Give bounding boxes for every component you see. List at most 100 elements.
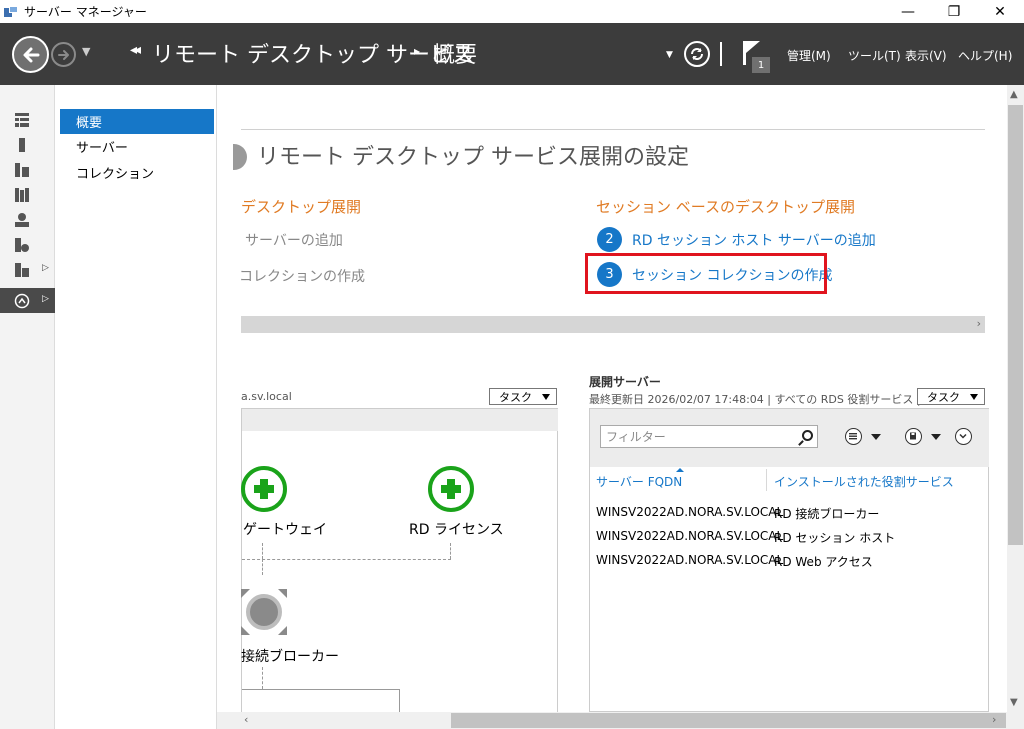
menu-manage[interactable]: 管理(M)	[787, 47, 831, 64]
close-icon: ✕	[994, 3, 1006, 20]
table-row-fqdn[interactable]: WINSV2022AD.NORA.SV.LOCAL	[596, 505, 783, 519]
breadcrumb-separator-icon: ▸	[414, 44, 421, 58]
rail-remote-desktop-services[interactable]: ▷	[0, 288, 55, 313]
nav-item-collections[interactable]: コレクション	[60, 160, 214, 185]
all-servers-icon	[15, 162, 29, 177]
navigation-pane: 概要 サーバー コレクション	[55, 85, 217, 729]
rail-iis[interactable]	[0, 207, 55, 232]
expand-chevron-icon[interactable]: ▷	[42, 263, 49, 273]
refresh-icon	[691, 48, 703, 60]
refresh-button[interactable]	[684, 41, 710, 67]
table-row-role[interactable]: RD 接続ブローカー	[774, 505, 879, 522]
scroll-right-icon[interactable]: ›	[977, 317, 981, 330]
header-dropdown-icon[interactable]: ▼	[666, 50, 673, 60]
deploy-servers-panel: フィルター サーバー FQDN インストールされた役割サービス WINSV202…	[589, 408, 989, 712]
menu-view[interactable]: 表示(V)	[905, 47, 947, 64]
rail-local-server[interactable]	[0, 132, 55, 157]
filter-placeholder: フィルター	[606, 430, 666, 444]
create-collection-link[interactable]: コレクションの作成	[239, 266, 365, 286]
tasks-label: タスク	[927, 390, 960, 404]
vertical-scroll-thumb[interactable]	[1008, 105, 1023, 545]
breadcrumb-chevrons-icon[interactable]: ◂◂	[130, 42, 141, 58]
sort-ascending-icon	[676, 468, 684, 472]
connection-broker-icon[interactable]	[241, 589, 287, 635]
section-divider	[241, 129, 985, 130]
breadcrumb-root[interactable]: リモート デスクトップ サービス	[152, 37, 474, 69]
licensing-node-label: RD ライセンス	[409, 522, 504, 538]
history-dropdown-icon[interactable]: ▼	[82, 45, 90, 58]
rail-remote-access[interactable]	[0, 232, 55, 257]
menu-help[interactable]: ヘルプ(H)	[958, 47, 1012, 64]
expand-chevron-icon[interactable]: ▷	[42, 294, 49, 304]
save-query-icon[interactable]	[905, 428, 922, 445]
minimize-button[interactable]: —	[885, 0, 931, 23]
forward-button[interactable]	[51, 42, 76, 67]
table-row-role[interactable]: RD Web アクセス	[774, 553, 873, 570]
section-collapse-icon[interactable]	[233, 144, 247, 170]
iis-icon	[15, 212, 29, 227]
list-options-icon[interactable]	[845, 428, 862, 445]
rail-all-servers[interactable]	[0, 157, 55, 182]
table-row-fqdn[interactable]: WINSV2022AD.NORA.SV.LOCAL	[596, 553, 783, 567]
breadcrumb-current: 概要	[433, 43, 478, 68]
server-manager-app-icon	[4, 5, 18, 18]
maximize-button[interactable]: ❐	[931, 0, 977, 23]
nav-item-servers[interactable]: サーバー	[60, 134, 214, 159]
rail-file-services[interactable]: ▷	[0, 257, 55, 282]
highlight-box	[585, 253, 827, 294]
deployment-overview-panel: ゲートウェイ RD ライセンス 接続ブローカー	[241, 408, 558, 712]
table-row-role[interactable]: RD セッション ホスト	[774, 529, 895, 546]
add-licensing-plus-icon[interactable]	[428, 466, 474, 512]
caret-down-icon	[542, 394, 550, 400]
restore-icon: ❐	[947, 3, 961, 20]
add-gateway-plus-icon[interactable]	[241, 466, 287, 512]
dashboard-icon	[15, 112, 29, 127]
expand-chevron-down-icon[interactable]	[955, 428, 972, 445]
gateway-node-label: ゲートウェイ	[243, 522, 327, 538]
main-vertical-scrollbar[interactable]: ▲ ▼	[1007, 85, 1024, 712]
column-header-fqdn[interactable]: サーバー FQDN	[596, 473, 682, 490]
deploy-servers-toolbar: フィルター	[590, 409, 989, 467]
main-content: リモート デスクトップ サービス展開の設定 デスクトップ展開 サーバーの追加 コ…	[217, 85, 1007, 712]
domain-label: a.sv.local	[241, 390, 292, 403]
menu-tools[interactable]: ツール(T)	[848, 47, 901, 64]
back-arrow-icon	[23, 47, 39, 62]
horizontal-scroll-thumb[interactable]	[451, 713, 1006, 728]
scroll-down-icon[interactable]: ▼	[1010, 697, 1018, 708]
local-server-icon	[19, 137, 25, 152]
nav-item-overview[interactable]: 概要	[60, 109, 214, 134]
add-session-host-link[interactable]: RD セッション ホスト サーバーの追加	[632, 230, 876, 250]
column-header-roles[interactable]: インストールされた役割サービス	[774, 473, 954, 490]
deployment-tasks-button[interactable]: タスク	[489, 388, 557, 405]
table-row-fqdn[interactable]: WINSV2022AD.NORA.SV.LOCAL	[596, 529, 783, 543]
deploy-servers-tasks-button[interactable]: タスク	[917, 388, 985, 405]
title-bar: サーバー マネージャー — ❐ ✕	[0, 0, 1024, 23]
add-servers-link[interactable]: サーバーの追加	[245, 230, 343, 250]
deploy-servers-subtitle: 最終更新日 2026/02/07 17:48:04 | すべての RDS 役割サ…	[589, 393, 932, 406]
header-divider	[720, 42, 722, 66]
back-button[interactable]	[12, 36, 49, 73]
remote-desktop-services-icon	[14, 293, 30, 308]
filter-input[interactable]: フィルター	[600, 425, 818, 448]
window-title: サーバー マネージャー	[24, 5, 147, 19]
rail-dashboard[interactable]	[0, 107, 55, 132]
step-2-badge: 2	[597, 227, 622, 252]
notification-count-badge: 1	[752, 57, 770, 73]
session-deployment-heading: セッション ベースのデスクトップ展開	[596, 198, 856, 216]
scroll-up-icon[interactable]: ▲	[1010, 89, 1018, 100]
close-button[interactable]: ✕	[977, 0, 1023, 23]
remote-access-icon	[15, 237, 29, 252]
overview-horizontal-scrollbar[interactable]: ›	[241, 316, 985, 333]
rail-file-storage[interactable]	[0, 182, 55, 207]
tasks-label: タスク	[499, 390, 532, 404]
save-query-caret-icon[interactable]	[931, 434, 941, 440]
scroll-left-icon[interactable]: ‹	[244, 713, 248, 726]
deploy-servers-title: 展開サーバー	[589, 375, 661, 389]
list-options-caret-icon[interactable]	[871, 434, 881, 440]
header-bar: ▼ ◂◂ リモート デスクトップ サービス ▸ 概要 ▼ 1 管理(M) ツール…	[0, 23, 1024, 85]
scroll-right-icon[interactable]: ›	[992, 713, 996, 726]
search-icon[interactable]	[802, 430, 813, 441]
main-horizontal-scrollbar[interactable]: ‹ ›	[217, 712, 1024, 729]
file-services-icon	[15, 262, 29, 277]
notifications-button[interactable]: 1	[740, 39, 774, 73]
